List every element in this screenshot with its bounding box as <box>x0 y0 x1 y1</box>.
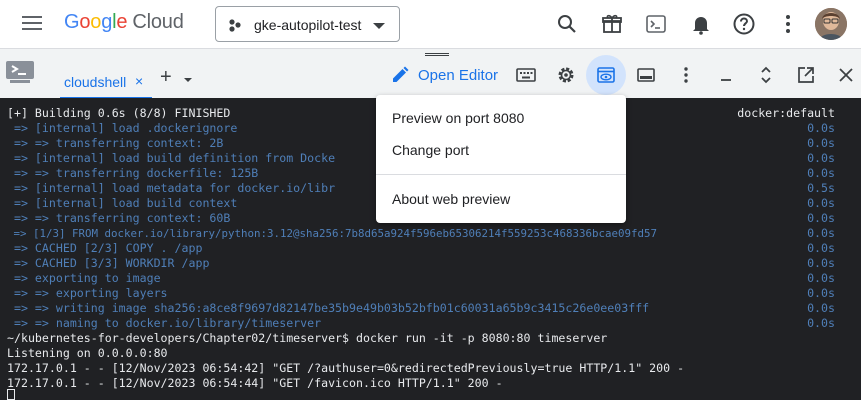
keyboard-icon[interactable] <box>516 65 536 85</box>
help-icon[interactable] <box>732 12 756 36</box>
menu-item-label: Change port <box>392 142 470 158</box>
google-cloud-logo[interactable]: Google Cloud <box>64 11 184 34</box>
terminal-line: => => transferring dockerfile: 125B <box>7 166 259 180</box>
terminal-line-time: 0.0s <box>807 226 835 240</box>
expand-icon[interactable] <box>756 65 776 85</box>
chevron-down-icon <box>373 23 385 29</box>
open-new-window-icon[interactable] <box>796 65 816 85</box>
top-app-bar: Google Cloud gke-autopilot-test <box>0 0 861 48</box>
project-name: gke-autopilot-test <box>254 17 362 33</box>
menu-item-label: Preview on port 8080 <box>392 110 525 126</box>
search-icon[interactable] <box>555 12 579 36</box>
split-pane-icon[interactable] <box>636 65 656 85</box>
terminal-icon[interactable] <box>644 12 668 36</box>
terminal-line-time: 0.0s <box>807 166 835 180</box>
terminal-line-time: 0.0s <box>807 241 835 255</box>
terminal-line: => [internal] load .dockerignore <box>7 121 238 135</box>
terminal-line: => [internal] load build definition from… <box>7 151 336 165</box>
terminal-line: 172.17.0.1 - - [12/Nov/2023 06:54:42] "G… <box>7 361 685 375</box>
settings-icon[interactable] <box>556 65 576 85</box>
menu-item-preview-on-port[interactable]: Preview on port 8080 <box>376 102 626 134</box>
web-preview-icon <box>597 67 615 83</box>
project-icon <box>229 19 241 32</box>
terminal-prompt-line: ~/kubernetes-for-developers/Chapter02/ti… <box>7 331 608 345</box>
terminal-line-time: 0.0s <box>807 316 835 330</box>
web-preview-menu: Preview on port 8080 Change port About w… <box>376 95 626 223</box>
terminal-line: => CACHED [2/3] COPY . /app <box>7 241 203 255</box>
close-icon[interactable] <box>836 65 856 85</box>
terminal-line-time: 0.0s <box>807 211 835 225</box>
web-preview-button[interactable] <box>586 55 626 95</box>
terminal-line: [+] Building 0.6s (8/8) FINISHED <box>7 106 231 120</box>
add-tab-chevron-down-icon[interactable] <box>184 78 192 82</box>
cloudshell-icon <box>6 61 34 83</box>
add-tab-button[interactable]: + <box>160 67 172 87</box>
terminal-line: => exporting to image <box>7 271 161 285</box>
terminal-line-right: docker:default <box>737 106 835 120</box>
terminal-line: => [internal] load metadata for docker.i… <box>7 181 336 195</box>
terminal-line: => => writing image sha256:a8ce8f9697d82… <box>7 301 650 315</box>
tab-cloudshell[interactable]: cloudshell × <box>52 49 152 99</box>
terminal-line-time: 0.0s <box>807 301 835 315</box>
terminal-line-time: 0.0s <box>807 121 835 135</box>
resize-handle[interactable] <box>425 53 449 56</box>
terminal-line: => [internal] load build context <box>7 196 238 210</box>
minimize-icon[interactable] <box>716 65 736 85</box>
more-vert-icon[interactable] <box>676 65 696 85</box>
account-avatar[interactable] <box>815 8 847 40</box>
avatar-image <box>815 8 847 40</box>
terminal-line: => CACHED [3/3] WORKDIR /app <box>7 256 210 270</box>
terminal-cursor <box>7 389 15 400</box>
more-vert-icon[interactable] <box>776 12 800 36</box>
close-tab-icon[interactable]: × <box>135 73 143 89</box>
terminal-line-time: 0.0s <box>807 151 835 165</box>
terminal-line-time: 0.0s <box>807 286 835 300</box>
menu-item-change-port[interactable]: Change port <box>376 134 626 166</box>
notifications-icon[interactable] <box>689 12 713 36</box>
main-menu-icon[interactable] <box>22 15 42 31</box>
pencil-icon <box>393 66 409 82</box>
tab-label: cloudshell <box>64 74 127 90</box>
terminal-line: => [1/3] FROM docker.io/library/python:3… <box>7 227 658 240</box>
terminal-line-time: 0.5s <box>807 181 835 195</box>
menu-item-about-web-preview[interactable]: About web preview <box>376 183 626 215</box>
gift-icon[interactable] <box>600 12 624 36</box>
terminal-line: 172.17.0.1 - - [12/Nov/2023 06:54:44] "G… <box>7 376 503 390</box>
terminal-line: => => transferring context: 60B <box>7 211 231 225</box>
open-editor-button[interactable]: Open Editor <box>388 62 506 88</box>
menu-item-label: About web preview <box>392 191 511 207</box>
terminal-line-time: 0.0s <box>807 256 835 270</box>
menu-divider <box>376 174 626 175</box>
terminal-line: => => transferring context: 2B <box>7 136 224 150</box>
terminal-line: Listening on 0.0.0.0:80 <box>7 346 168 360</box>
terminal-line: => => naming to docker.io/library/timese… <box>7 316 322 330</box>
terminal-line-time: 0.0s <box>807 196 835 210</box>
terminal-line-time: 0.0s <box>807 271 835 285</box>
terminal-line-time: 0.0s <box>807 136 835 150</box>
project-picker[interactable]: gke-autopilot-test <box>215 6 400 42</box>
terminal-line: => => exporting layers <box>7 286 168 300</box>
open-editor-label: Open Editor <box>418 66 499 84</box>
